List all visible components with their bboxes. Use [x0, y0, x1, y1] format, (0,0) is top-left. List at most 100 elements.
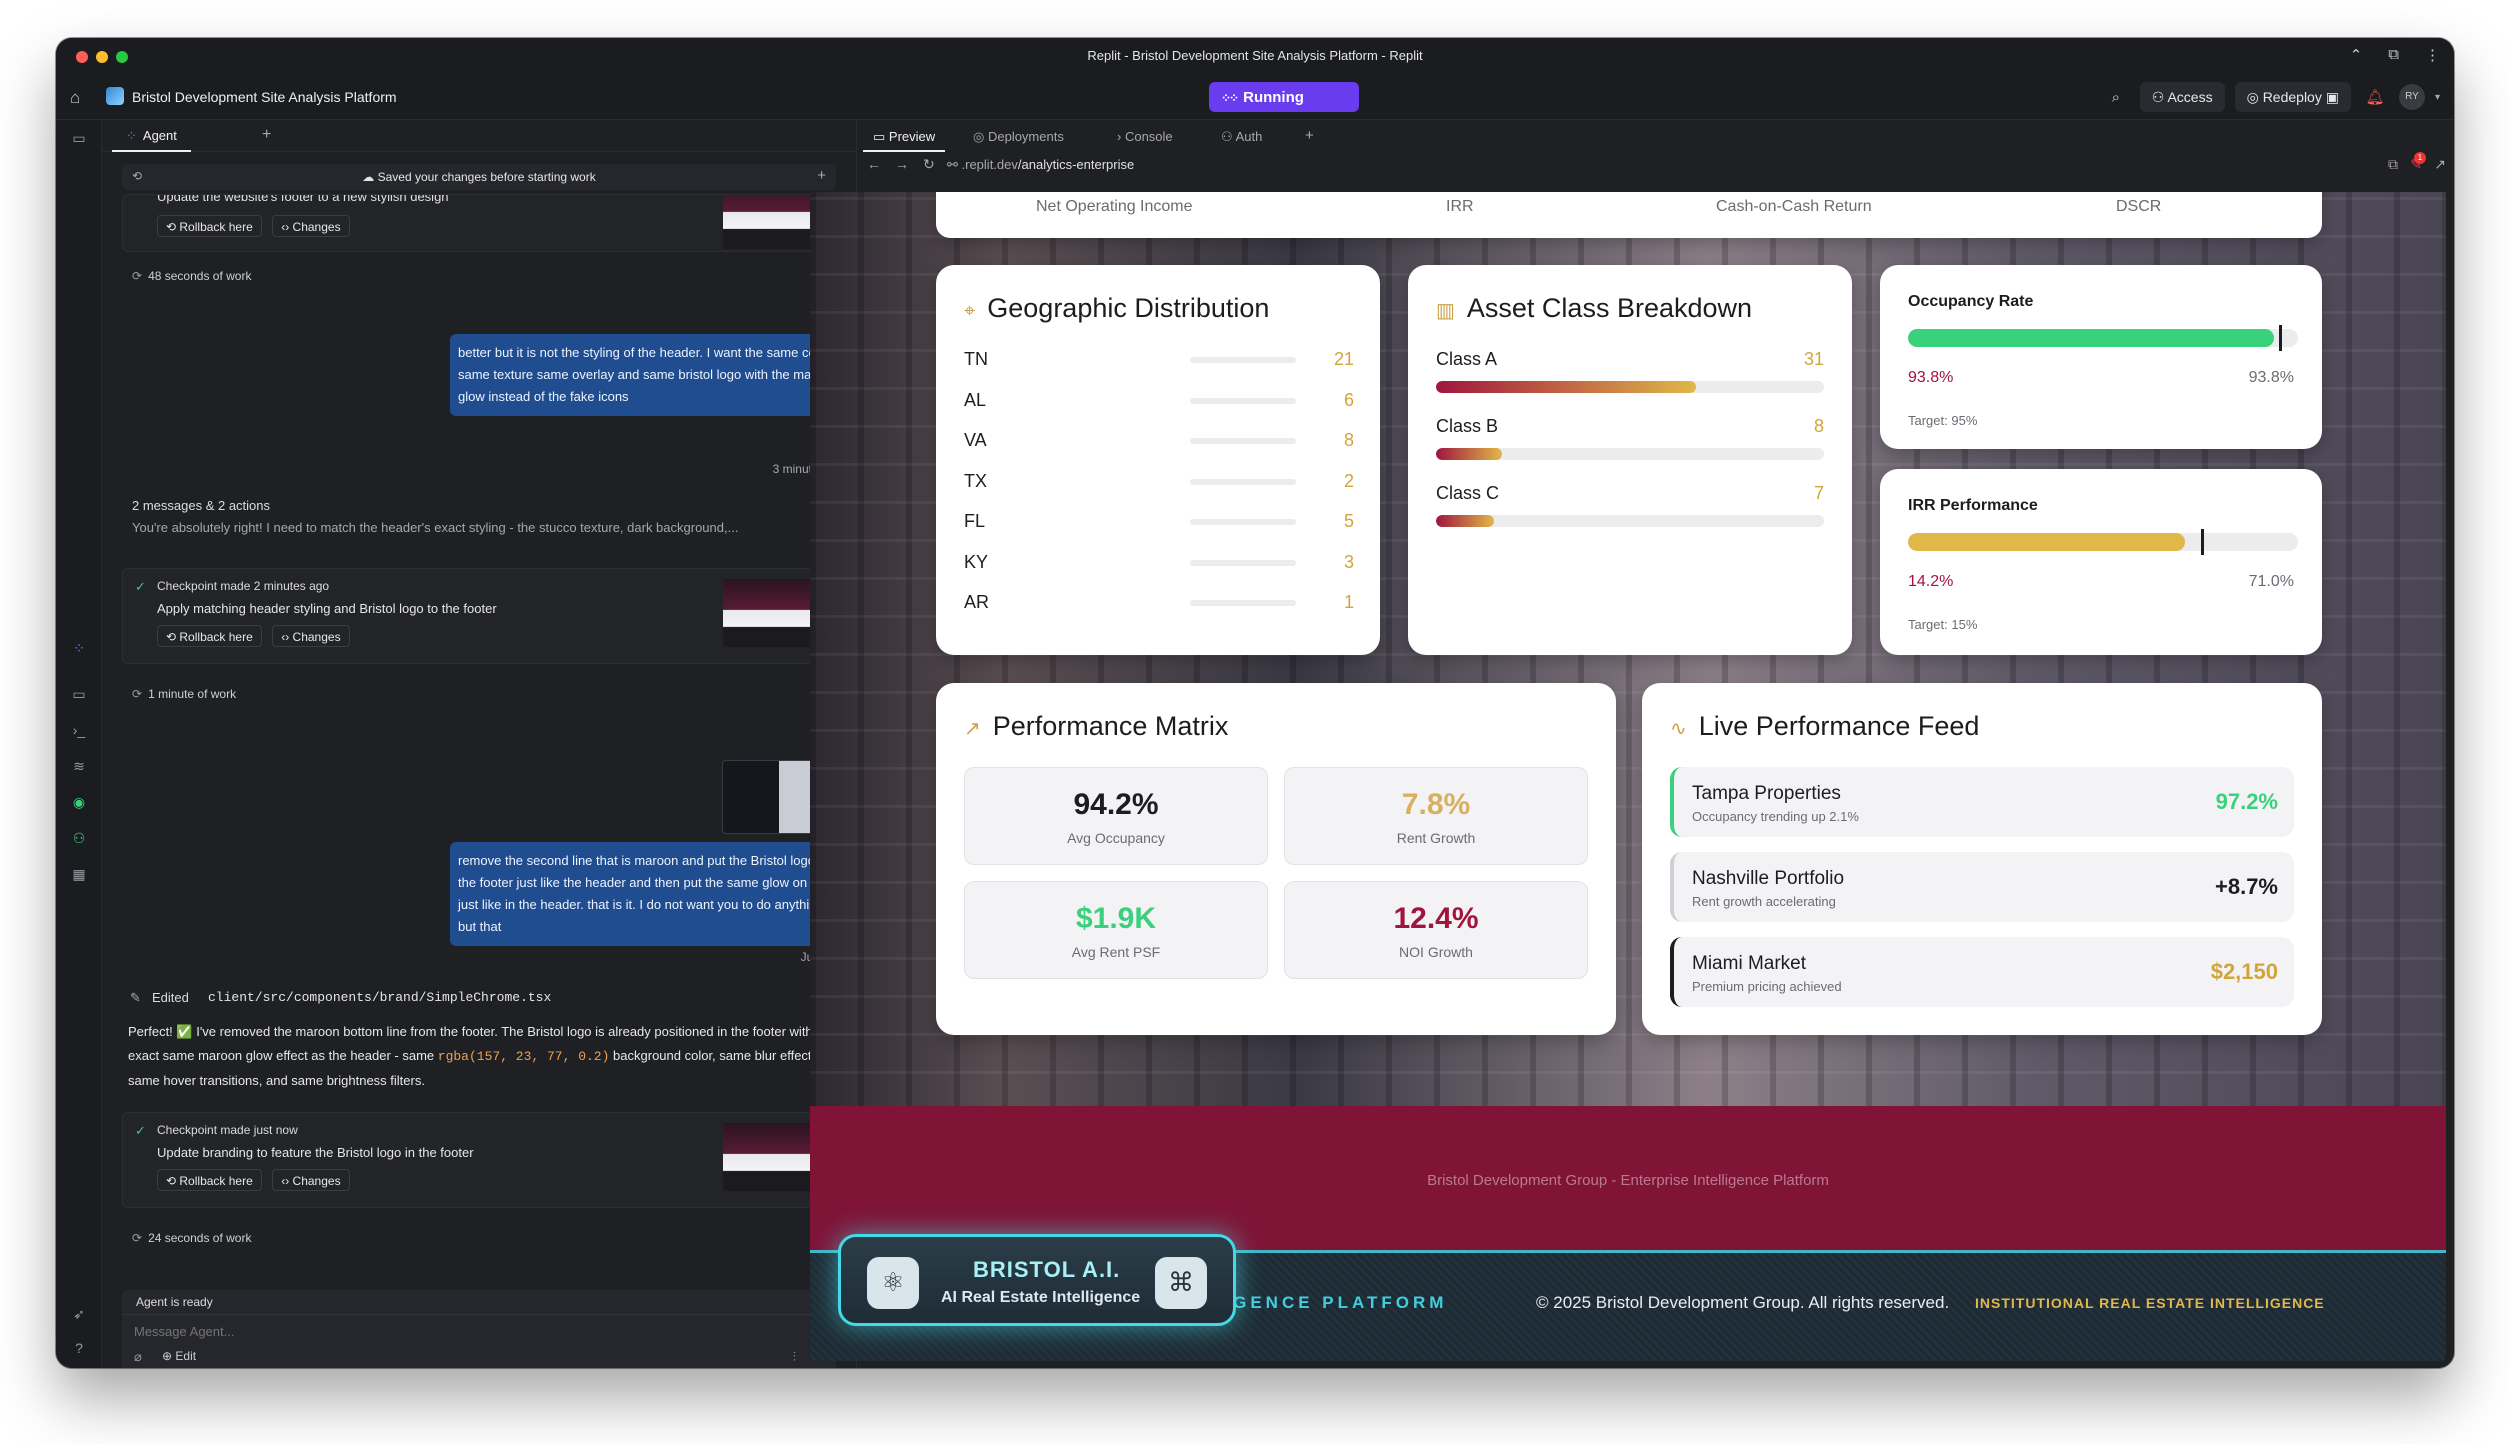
file-tree-icon[interactable]: ▭	[70, 130, 88, 147]
rollback-button[interactable]: ⟲ Rollback here	[157, 625, 262, 647]
geo-row: TN 21	[964, 349, 1354, 369]
occupancy-target: Target: 95%	[1908, 413, 1978, 428]
preview-icon: ▭	[873, 129, 889, 144]
home-icon[interactable]: ⌂	[70, 88, 80, 108]
checkpoint-thumbnail[interactable]	[723, 1123, 823, 1191]
history-icon[interactable]: ⟲	[132, 169, 142, 183]
add-tab-icon[interactable]: +	[262, 126, 271, 144]
extensions-icon[interactable]: ⧉	[2388, 46, 2399, 64]
preview-rail-icon[interactable]: ▭	[70, 686, 88, 703]
avatar[interactable]: RY	[2398, 84, 2425, 110]
console-rail-icon[interactable]: ›_	[70, 722, 88, 738]
chevron-up-icon[interactable]: ⌃	[2350, 46, 2363, 64]
changes-button[interactable]: ‹› Changes	[272, 1169, 350, 1191]
more-menu-icon[interactable]: ⋮	[2425, 46, 2440, 64]
work-summary-row[interactable]: ⟳48 seconds of work ⌄	[122, 260, 836, 290]
reload-icon[interactable]: ↻	[923, 156, 935, 173]
saved-notice: ⟲ ☁︎ Saved your changes before starting …	[122, 164, 836, 190]
open-external-icon[interactable]: ↗	[2434, 156, 2446, 173]
feed-item-sub: Occupancy trending up 2.1%	[1692, 809, 1859, 824]
agent-rail-icon[interactable]: ⁘	[70, 640, 88, 657]
url-field[interactable]: ⚯ .replit.dev/analytics-enterprise	[947, 157, 1134, 173]
changes-button[interactable]: ‹› Changes	[272, 625, 350, 647]
work-summary-row[interactable]: ⟳1 minute of work ⌄	[122, 678, 836, 708]
geo-title: Geographic Distribution	[987, 293, 1270, 323]
add-tab-icon[interactable]: +	[1305, 127, 1314, 144]
feed-item-sub: Rent growth accelerating	[1692, 894, 1836, 909]
window-title: Replit - Bristol Development Site Analys…	[1087, 48, 1423, 63]
occupancy-actual: 93.8%	[1908, 369, 1954, 386]
bell-icon[interactable]: 🔔︎	[2361, 88, 2389, 106]
edited-file-row[interactable]: ✎ Edited client/src/components/brand/Sim…	[122, 988, 836, 1010]
feed-item[interactable]: Tampa Properties Occupancy trending up 2.…	[1670, 767, 2294, 837]
person-add-icon: ⚇	[2151, 89, 2165, 105]
rocket-icon[interactable]: ➶	[70, 1306, 88, 1323]
project-name[interactable]: Bristol Development Site Analysis Platfo…	[132, 89, 397, 105]
irr-target-marker	[2200, 529, 2204, 555]
matrix-cell: 7.8% Rent Growth	[1284, 767, 1588, 865]
geo-state-code: VA	[964, 430, 987, 450]
tab-preview[interactable]: ▭ Preview	[863, 120, 946, 152]
checkpoint-card-0: Update the website's footer to a new sty…	[122, 194, 836, 252]
work-summary-row[interactable]: ⟳24 seconds of work ⌄	[122, 1222, 836, 1252]
devtools-icon[interactable]: ⧉	[2388, 156, 2398, 173]
feed-item-sub: Premium pricing achieved	[1692, 979, 1842, 994]
work-icon: ⟳	[132, 687, 143, 701]
help-icon[interactable]: ?	[70, 1340, 88, 1356]
geo-bar-track	[1190, 357, 1296, 363]
rollback-button[interactable]: ⟲ Rollback here	[157, 1169, 262, 1191]
redeploy-button[interactable]: ◎ Redeploy ▣	[2234, 82, 2351, 112]
performance-matrix-card: ↗ Performance Matrix 94.2% Avg Occupancy 7.…	[936, 683, 1616, 1035]
run-status-button[interactable]: ⁘⁘ Running	[1209, 82, 1359, 112]
occupancy-percent: 93.8%	[2248, 369, 2294, 386]
search-icon[interactable]: ⌕	[2102, 89, 2130, 106]
geographic-distribution-card: ⌖ Geographic Distribution TN 21 AL 6 VA 8 TX 2 FL…	[936, 265, 1380, 655]
back-arrow-icon[interactable]: ←	[867, 156, 881, 172]
access-button[interactable]: ⚇ Access	[2139, 82, 2225, 112]
users-rail-icon[interactable]: ⚇	[70, 830, 88, 847]
activity-icon: ∿	[1670, 718, 1687, 740]
checkpoint-thumbnail[interactable]	[723, 579, 823, 647]
irr-title: IRR Performance	[1908, 497, 2038, 514]
apps-grid-icon[interactable]: ▦	[70, 866, 88, 883]
asset-class-bar	[1436, 381, 1824, 393]
edit-mode-button[interactable]: ⊕ Edit	[162, 1349, 196, 1363]
matrix-cell: 94.2% Avg Occupancy	[964, 767, 1268, 865]
changes-button[interactable]: ‹› Changes	[272, 215, 350, 237]
paperclip-icon[interactable]: ⌀	[134, 1349, 142, 1365]
checkpoint-1-title: Checkpoint made 2 minutes ago	[157, 579, 330, 593]
cloud-icon: ☁︎	[362, 170, 378, 184]
message-agent-input[interactable]	[134, 1321, 814, 1341]
edited-file-path: client/src/components/brand/SimpleChrome…	[208, 990, 552, 1005]
feed-item[interactable]: Miami Market Premium pricing achieved $2,1…	[1670, 937, 2294, 1007]
bristol-ai-badge[interactable]: ⚛ BRISTOL A.I. AI Real Estate Intelligen…	[838, 1234, 1236, 1326]
checkpoint-thumbnail[interactable]	[723, 195, 823, 249]
plus-icon[interactable]: +	[817, 167, 826, 184]
url-host: .replit.dev	[961, 157, 1018, 172]
tab-console[interactable]: › Console	[1107, 120, 1183, 152]
badge-subtitle: AI Real Estate Intelligence	[941, 1289, 1141, 1306]
irr-actual: 14.2%	[1908, 573, 1954, 590]
feed-item-value: +8.7%	[2215, 874, 2278, 899]
asset-class-bar	[1436, 515, 1824, 527]
geo-bar-track	[1190, 600, 1296, 606]
tab-agent[interactable]: ⁘ Agent	[112, 120, 191, 152]
chevron-down-icon[interactable]: ▾	[2435, 92, 2440, 103]
geo-count: 5	[1343, 511, 1354, 531]
tab-deployments[interactable]: ◎ Deployments	[963, 120, 1074, 152]
bar-chart-icon: ▥	[1436, 300, 1455, 322]
asset-class-fill	[1436, 448, 1502, 460]
tab-auth[interactable]: ⚇ Auth	[1211, 120, 1272, 152]
rollback-button[interactable]: ⟲ Rollback here	[157, 215, 262, 237]
link-icon: ⚯	[947, 157, 962, 172]
forward-arrow-icon[interactable]: →	[895, 156, 909, 172]
badge-title: BRISTOL A.I.	[973, 1257, 1121, 1282]
feed-item[interactable]: Nashville Portfolio Rent growth accelerat…	[1670, 852, 2294, 922]
database-icon[interactable]: ≋	[70, 758, 88, 775]
deploy-rail-icon[interactable]: ◉	[70, 794, 88, 811]
geo-row: FL 5	[964, 511, 1354, 531]
geo-count: 3	[1343, 551, 1354, 572]
geo-state-code: TX	[964, 470, 988, 491]
settings-sliders-icon[interactable]: ⫶	[793, 1349, 796, 1365]
feed-item-value: $2,150	[2210, 959, 2278, 984]
